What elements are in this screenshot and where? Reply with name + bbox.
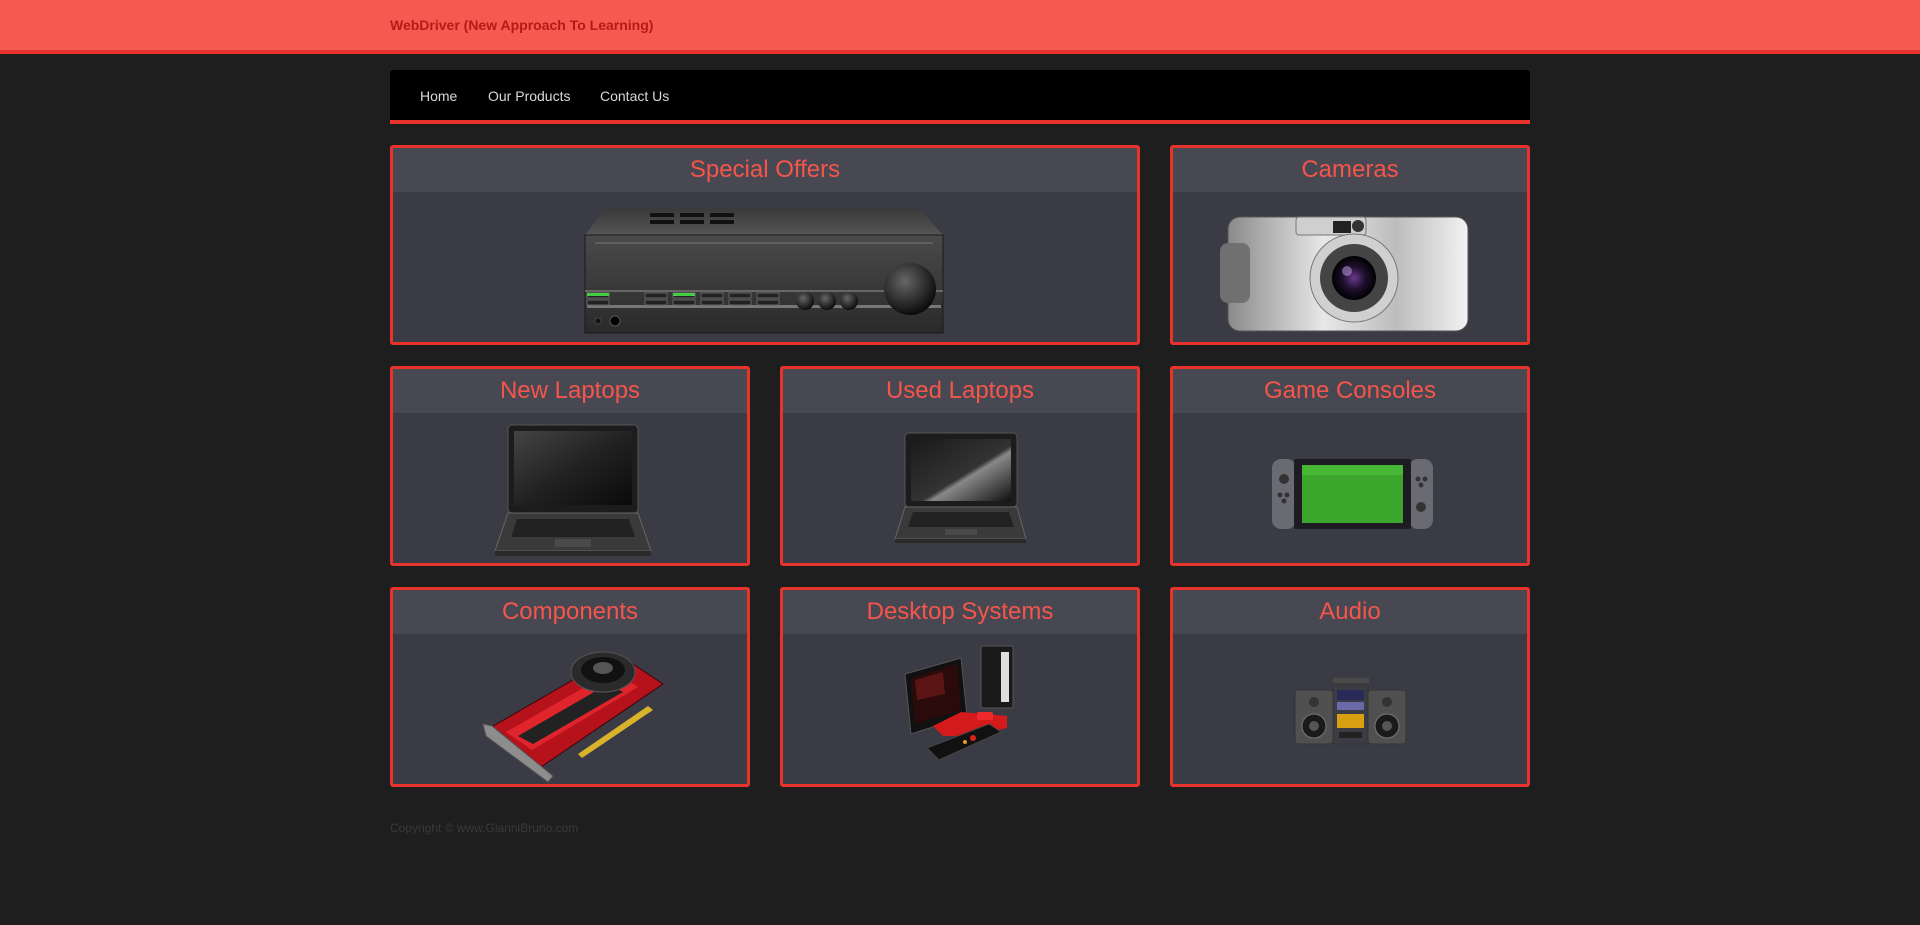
tile-cameras[interactable]: Cameras (1170, 145, 1530, 345)
top-header-bar: WebDriver (New Approach To Learning) (0, 0, 1920, 54)
main-navigation: Home Our Products Contact Us (390, 70, 1530, 124)
tile-title: Used Laptops (783, 369, 1137, 413)
tile-game-consoles[interactable]: Game Consoles (1170, 366, 1530, 566)
tile-title: Components (393, 590, 747, 634)
tile-title: Audio (1173, 590, 1527, 634)
tile-title: New Laptops (393, 369, 747, 413)
nav-contact-us[interactable]: Contact Us (600, 88, 669, 104)
tile-title: Game Consoles (1173, 369, 1527, 413)
tile-audio[interactable]: Audio (1170, 587, 1530, 787)
nav-home[interactable]: Home (420, 88, 457, 104)
tile-title: Desktop Systems (783, 590, 1137, 634)
tile-used-laptops[interactable]: Used Laptops (780, 366, 1140, 566)
laptop-icon (494, 424, 652, 556)
tile-title: Special Offers (393, 148, 1137, 192)
camera-icon (1220, 216, 1469, 332)
tile-new-laptops[interactable]: New Laptops (390, 366, 750, 566)
tile-desktop-systems[interactable]: Desktop Systems (780, 587, 1140, 787)
tile-special-offers[interactable]: Special Offers (390, 145, 1140, 345)
boombox-icon (1294, 678, 1407, 745)
brand-link[interactable]: WebDriver (New Approach To Learning) (390, 17, 653, 33)
nav-our-products[interactable]: Our Products (488, 88, 570, 104)
laptop-icon (894, 432, 1027, 543)
tile-components[interactable]: Components (390, 587, 750, 787)
copyright-text: Copyright © www.GianniBruno.com (390, 821, 579, 835)
game-console-icon (1272, 459, 1433, 529)
tile-title: Cameras (1173, 148, 1527, 192)
desktop-computer-icon (904, 645, 1014, 761)
amplifier-icon (584, 209, 944, 334)
graphics-card-icon (482, 651, 664, 783)
